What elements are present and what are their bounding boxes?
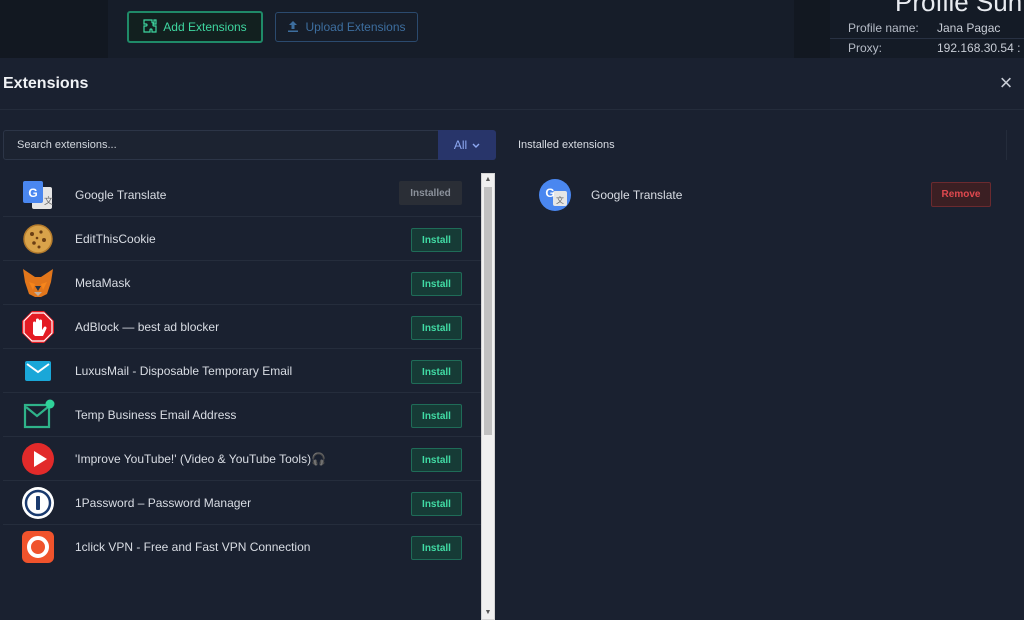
extension-name: EditThisCookie [75,232,156,246]
filter-dropdown[interactable]: All [438,130,496,160]
close-icon[interactable]: × [996,72,1016,94]
scroll-thumb[interactable] [484,187,492,435]
list-item: 'Improve YouTube!' (Video & YouTube Tool… [3,437,481,481]
profile-name-label: Profile name: [848,21,919,35]
profile-name-value: Jana Pagac [937,21,1001,35]
install-button[interactable]: Install [411,272,462,296]
profile-divider [830,38,1024,39]
cookie-icon [21,222,55,256]
extensions-modal: Extensions × All G 文 Google Translate In… [0,58,1024,620]
mail-envelope-icon [21,354,55,388]
svg-text:G: G [28,186,37,200]
install-button[interactable]: Install [411,492,462,516]
install-button[interactable]: Install [411,228,462,252]
extension-name: 1click VPN - Free and Fast VPN Connectio… [75,540,311,554]
install-button[interactable]: Install [411,404,462,428]
extension-name: LuxusMail - Disposable Temporary Email [75,364,293,378]
google-translate-icon: G 文 [21,178,55,212]
mail-notification-icon [21,398,55,432]
list-item: AdBlock — best ad blocker Install [3,305,481,349]
extension-name: Google Translate [75,188,167,202]
extension-name: 1Password – Password Manager [75,496,252,510]
installed-extension-name: Google Translate [591,188,683,202]
extension-name: 'Improve YouTube!' (Video & YouTube Tool… [75,452,327,466]
metamask-fox-icon [21,266,55,300]
extensions-list: G 文 Google Translate Installed EditThisC… [3,173,481,563]
list-item: G 文 Google Translate Installed [3,173,481,217]
search-bar: All [3,130,496,160]
list-item: Temp Business Email Address Install [3,393,481,437]
install-button[interactable]: Install [411,536,462,560]
extension-name: AdBlock — best ad blocker [75,320,220,334]
add-extensions-label: Add Extensions [163,20,247,34]
list-item: EditThisCookie Install [3,217,481,261]
1password-icon [21,486,55,520]
upload-extensions-label: Upload Extensions [305,20,406,34]
profile-proxy-row: Proxy: 192.168.30.54 : 5 [848,41,1024,55]
list-item: MetaMask Install [3,261,481,305]
extension-name: Temp Business Email Address [75,408,237,422]
install-button[interactable]: Install [411,360,462,384]
installed-extensions-heading: Installed extensions [518,139,615,151]
extension-name: MetaMask [75,276,131,290]
install-button[interactable]: Install [411,448,462,472]
filter-label: All [453,138,468,152]
svg-text:文: 文 [556,195,564,205]
list-item: 1Password – Password Manager Install [3,481,481,525]
svg-text:G: G [545,186,554,200]
installed-badge: Installed [399,181,462,205]
adblock-hand-icon [21,310,55,344]
svg-text:文: 文 [44,195,53,206]
list-item: LuxusMail - Disposable Temporary Email I… [3,349,481,393]
add-extensions-button[interactable]: Add Extensions [127,11,263,43]
upload-icon [287,20,299,35]
profile-title: Profile Sun [895,0,1023,17]
upload-extensions-button[interactable]: Upload Extensions [275,12,418,42]
list-item: 1click VPN - Free and Fast VPN Connectio… [3,525,481,563]
installed-list-item: G 文 Google Translate Remove [518,173,994,217]
puzzle-icon [143,18,157,36]
modal-header: Extensions × [0,58,1024,110]
profile-name-row: Profile name: Jana Pagac [848,21,1000,35]
profile-proxy-value: 192.168.30.54 : 5 [937,41,1024,55]
profile-proxy-label: Proxy: [848,41,883,55]
vpn-ring-icon [21,530,55,563]
install-button[interactable]: Install [411,316,462,340]
modal-title: Extensions [3,75,89,92]
search-input[interactable] [4,131,438,159]
scroll-down-arrow-icon[interactable]: ▼ [482,607,494,619]
remove-button[interactable]: Remove [931,182,991,207]
installed-header-divider [1006,130,1007,160]
google-translate-icon: G 文 [538,178,572,212]
scroll-up-arrow-icon[interactable]: ▲ [482,174,494,186]
extensions-list-scrollbar[interactable]: ▲ ▼ [481,173,495,620]
youtube-play-icon [21,442,55,476]
chevron-down-icon [472,138,480,152]
